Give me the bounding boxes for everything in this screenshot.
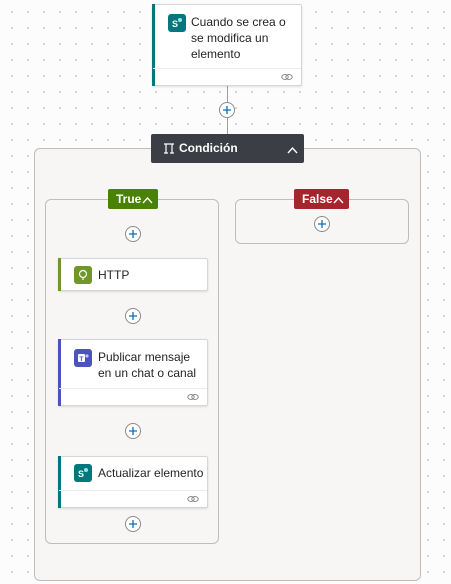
true-branch-label[interactable]: True: [108, 189, 158, 209]
svg-text:S: S: [172, 19, 178, 29]
teams-footer: [59, 388, 207, 405]
add-action-true-2[interactable]: [125, 308, 141, 324]
http-globe-icon: [74, 266, 92, 284]
sharepoint-icon: S: [74, 464, 92, 482]
chevron-up-icon[interactable]: [287, 143, 298, 157]
plus-icon: [129, 427, 137, 435]
false-branch-label[interactable]: False: [294, 189, 349, 209]
trigger-card[interactable]: S Cuando se crea o se modifica un elemen…: [152, 4, 302, 86]
teams-icon: T: [74, 349, 92, 367]
http-accent-bar: [58, 258, 61, 291]
chevron-up-icon[interactable]: [333, 193, 344, 207]
sharepoint-icon: S: [168, 14, 186, 32]
plus-icon: [129, 312, 137, 320]
chevron-up-icon[interactable]: [142, 193, 153, 207]
link-icon: [281, 71, 293, 85]
update-footer: [59, 490, 207, 507]
link-icon: [187, 391, 199, 405]
http-title: HTTP: [98, 268, 130, 282]
teams-action-card[interactable]: T Publicar mensaje en un chat o canal: [58, 339, 208, 406]
add-action-true-3[interactable]: [125, 423, 141, 439]
add-action-true-1[interactable]: [125, 226, 141, 242]
update-item-action-card[interactable]: S Actualizar elemento: [58, 456, 208, 508]
http-action-card[interactable]: HTTP: [58, 258, 208, 291]
update-item-title: Actualizar elemento: [98, 466, 204, 480]
trigger-title: Cuando se crea o se modifica un elemento: [191, 15, 286, 61]
trigger-footer: [153, 68, 301, 85]
condition-header[interactable]: Condición: [151, 134, 304, 163]
condition-icon: [163, 143, 175, 157]
add-action-true-4[interactable]: [125, 516, 141, 532]
svg-text:T: T: [79, 356, 83, 363]
plus-icon: [318, 220, 326, 228]
add-step-button[interactable]: [219, 102, 235, 118]
plus-icon: [223, 106, 231, 114]
condition-title: Condición: [179, 141, 238, 155]
add-action-false[interactable]: [314, 216, 330, 232]
teams-title: Publicar mensaje en un chat o canal: [98, 350, 197, 380]
svg-text:S: S: [78, 469, 84, 479]
link-icon: [187, 493, 199, 507]
plus-icon: [129, 520, 137, 528]
plus-icon: [129, 230, 137, 238]
